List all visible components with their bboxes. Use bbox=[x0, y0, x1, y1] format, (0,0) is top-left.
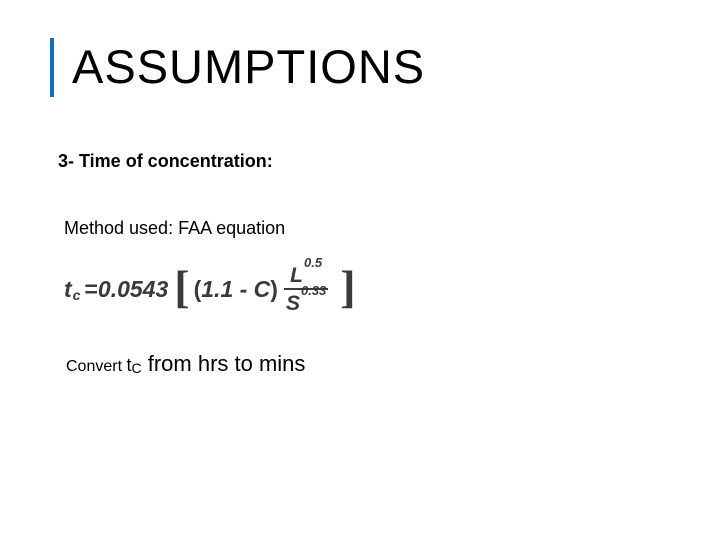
section-heading: 3- Time of concentration: bbox=[58, 151, 670, 172]
eq-tc-sub: c bbox=[73, 287, 81, 303]
slide-title: ASSUMPTIONS bbox=[72, 38, 425, 97]
eq-inner: 1.1 - C bbox=[201, 276, 270, 303]
eq-lpar: ( bbox=[194, 276, 202, 303]
slide: ASSUMPTIONS 3- Time of concentration: Me… bbox=[0, 0, 720, 540]
eq-denominator: S0.33 bbox=[284, 291, 328, 315]
eq-den-S: S bbox=[286, 292, 300, 315]
slide-body: 3- Time of concentration: Method used: F… bbox=[50, 151, 670, 377]
convert-rest: from hrs to mins bbox=[142, 351, 306, 376]
convert-line: Convert tC from hrs to mins bbox=[66, 351, 670, 377]
method-line: Method used: FAA equation bbox=[64, 218, 670, 239]
title-accent-bar bbox=[50, 38, 54, 97]
eq-rpar: ) bbox=[270, 276, 278, 303]
eq-fraction: L0.5 S0.33 bbox=[284, 263, 328, 315]
equation-line: tc = 0.0543 [ (1.1 - C) L0.5 S0.33 ] bbox=[64, 263, 670, 315]
eq-equals: = bbox=[84, 276, 97, 303]
convert-tc-c: C bbox=[131, 360, 141, 376]
convert-prefix: Convert bbox=[66, 358, 126, 375]
eq-tc-t: t bbox=[64, 276, 72, 303]
faa-equation: tc = 0.0543 [ (1.1 - C) L0.5 S0.33 ] bbox=[64, 263, 670, 315]
eq-den-exp: 0.33 bbox=[301, 283, 326, 298]
eq-coef: 0.0543 bbox=[98, 276, 168, 303]
title-block: ASSUMPTIONS bbox=[50, 38, 670, 97]
eq-num-exp: 0.5 bbox=[304, 255, 322, 270]
